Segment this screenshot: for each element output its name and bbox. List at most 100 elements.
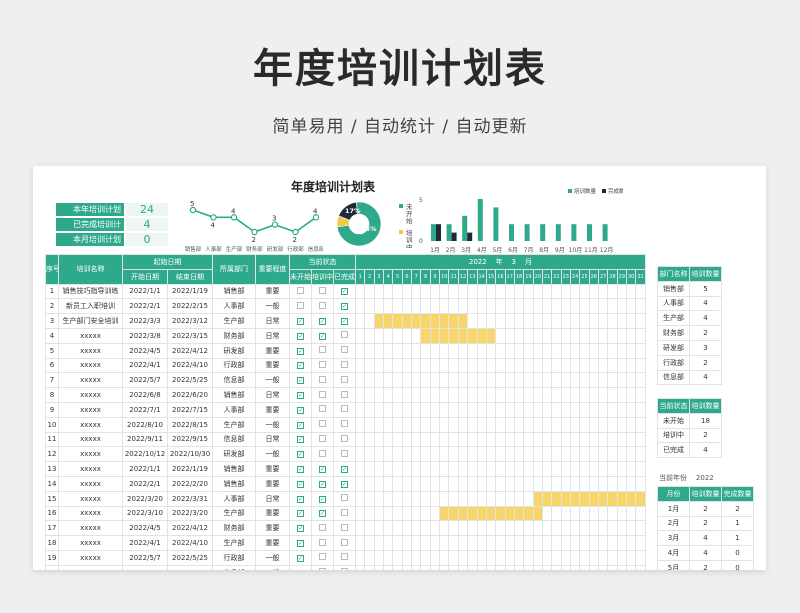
status-checkbox[interactable]: ✓ (319, 495, 326, 503)
status-checkbox[interactable] (319, 420, 326, 428)
status-checkbox[interactable] (319, 434, 326, 442)
gantt-cell (588, 520, 599, 537)
status-checkbox[interactable] (341, 449, 349, 457)
gantt-bar-cell (429, 327, 441, 344)
gantt-cell (467, 298, 478, 315)
status-checkbox[interactable]: ✓ (297, 495, 304, 503)
status-checkbox[interactable]: ✓ (297, 451, 304, 459)
status-checkbox[interactable]: ✓ (297, 406, 304, 414)
status-checkbox[interactable]: ✓ (341, 288, 349, 296)
gantt-cell (588, 446, 599, 463)
status-checkbox[interactable] (319, 449, 326, 457)
status-checkbox[interactable] (341, 568, 349, 570)
status-checkbox[interactable] (319, 568, 326, 570)
gantt-cell (541, 387, 553, 403)
status-checkbox[interactable] (319, 390, 326, 398)
status-checkbox[interactable] (341, 346, 349, 354)
x-tick: 11月 (584, 247, 598, 254)
col-not-started: 未开始 (289, 268, 312, 285)
status-checkbox[interactable] (319, 523, 326, 531)
gantt-cell (597, 313, 609, 329)
status-checkbox[interactable] (341, 331, 349, 339)
status-checkbox[interactable]: ✓ (341, 480, 349, 488)
gantt-cell (485, 564, 497, 570)
status-checkbox[interactable] (341, 360, 349, 368)
status-checkbox[interactable]: ✓ (319, 466, 326, 474)
gantt-cell (420, 401, 431, 418)
gantt-cell (597, 431, 609, 448)
status-checkbox[interactable]: ✓ (297, 510, 304, 518)
gantt-bar-cell (439, 327, 450, 344)
status-checkbox[interactable] (319, 346, 326, 354)
gantt-cell (523, 461, 534, 477)
gantt-cell (635, 505, 646, 522)
status-checkbox[interactable] (297, 301, 304, 309)
cell-importance: 一般 (255, 298, 290, 315)
status-checkbox[interactable]: ✓ (319, 318, 326, 326)
status-checkbox[interactable] (319, 286, 326, 294)
status-checkbox[interactable] (341, 538, 349, 546)
status-checkbox[interactable] (319, 538, 326, 546)
status-checkbox[interactable] (341, 553, 349, 561)
status-checkbox[interactable] (341, 508, 349, 516)
status-checkbox[interactable]: ✓ (341, 466, 349, 474)
status-checkbox[interactable]: ✓ (297, 377, 304, 385)
gantt-cell (476, 387, 487, 403)
status-checkbox[interactable] (341, 405, 349, 413)
status-checkbox[interactable] (341, 390, 349, 398)
status-checkbox[interactable] (319, 360, 326, 368)
status-checkbox[interactable]: ✓ (297, 392, 304, 400)
status-checkbox[interactable] (341, 420, 349, 428)
status-checkbox[interactable] (319, 553, 326, 561)
status-checkbox[interactable]: ✓ (297, 362, 304, 370)
gantt-cell (457, 401, 469, 418)
gantt-bar-cell (420, 313, 431, 329)
cell-seq: 17 (45, 520, 59, 537)
status-checkbox[interactable]: ✓ (297, 436, 304, 444)
gantt-cell (504, 549, 515, 566)
gantt-cell (401, 342, 413, 359)
cell-seq: 13 (45, 461, 59, 477)
status-checkbox[interactable]: ✓ (297, 318, 304, 326)
gantt-cell (429, 461, 441, 477)
status-checkbox[interactable]: ✓ (297, 554, 304, 562)
gantt-cell (383, 520, 394, 537)
gantt-cell (467, 401, 478, 418)
gantt-cell (616, 298, 628, 315)
status-checkbox[interactable]: ✓ (297, 347, 304, 355)
status-checkbox[interactable] (341, 375, 349, 383)
status-checkbox[interactable] (319, 375, 326, 383)
gantt-cell (420, 505, 431, 522)
status-checkbox[interactable] (341, 434, 349, 442)
status-checkbox[interactable]: ✓ (297, 525, 304, 533)
spreadsheet-preview: 年度培训计划表 本年培训计划 24 已完成培训计 4 本月培训计划 0 5 销售部… (33, 166, 766, 570)
gantt-day: 2 (364, 268, 375, 285)
status-checkbox[interactable] (341, 494, 349, 502)
gantt-cell (420, 520, 431, 537)
x-tick: 4月 (477, 247, 487, 254)
status-checkbox[interactable] (319, 301, 326, 309)
status-checkbox[interactable]: ✓ (297, 480, 304, 488)
status-checkbox[interactable]: ✓ (297, 332, 304, 340)
status-checkbox[interactable]: ✓ (341, 318, 349, 326)
gantt-cell (625, 372, 637, 389)
gantt-cell (364, 298, 375, 315)
status-checkbox[interactable]: ✓ (341, 303, 349, 311)
status-checkbox[interactable]: ✓ (319, 332, 326, 340)
status-checkbox[interactable]: ✓ (319, 510, 326, 518)
status-checkbox[interactable]: ✓ (297, 421, 304, 429)
gantt-cell (355, 564, 366, 570)
cell-start: 2022/3/20 (122, 490, 168, 507)
gantt-cell (625, 505, 637, 522)
gantt-cell (401, 327, 413, 344)
status-checkbox[interactable]: ✓ (319, 480, 326, 488)
status-checkbox[interactable] (297, 286, 304, 294)
cell-start: 2022/3/8 (122, 327, 168, 344)
status-checkbox[interactable] (319, 405, 326, 413)
status-checkbox[interactable] (341, 523, 349, 531)
cell-importance: 重要 (255, 401, 290, 418)
gantt-cell (607, 298, 618, 315)
dept-wrap-grid: 部门名称 培训数量 销售部 5 人事部 4 生产部 4 财务部 2 研发部 3 行政部 2 信息部 4 (657, 266, 722, 386)
status-checkbox[interactable]: ✓ (297, 466, 304, 474)
status-checkbox[interactable]: ✓ (297, 540, 304, 548)
